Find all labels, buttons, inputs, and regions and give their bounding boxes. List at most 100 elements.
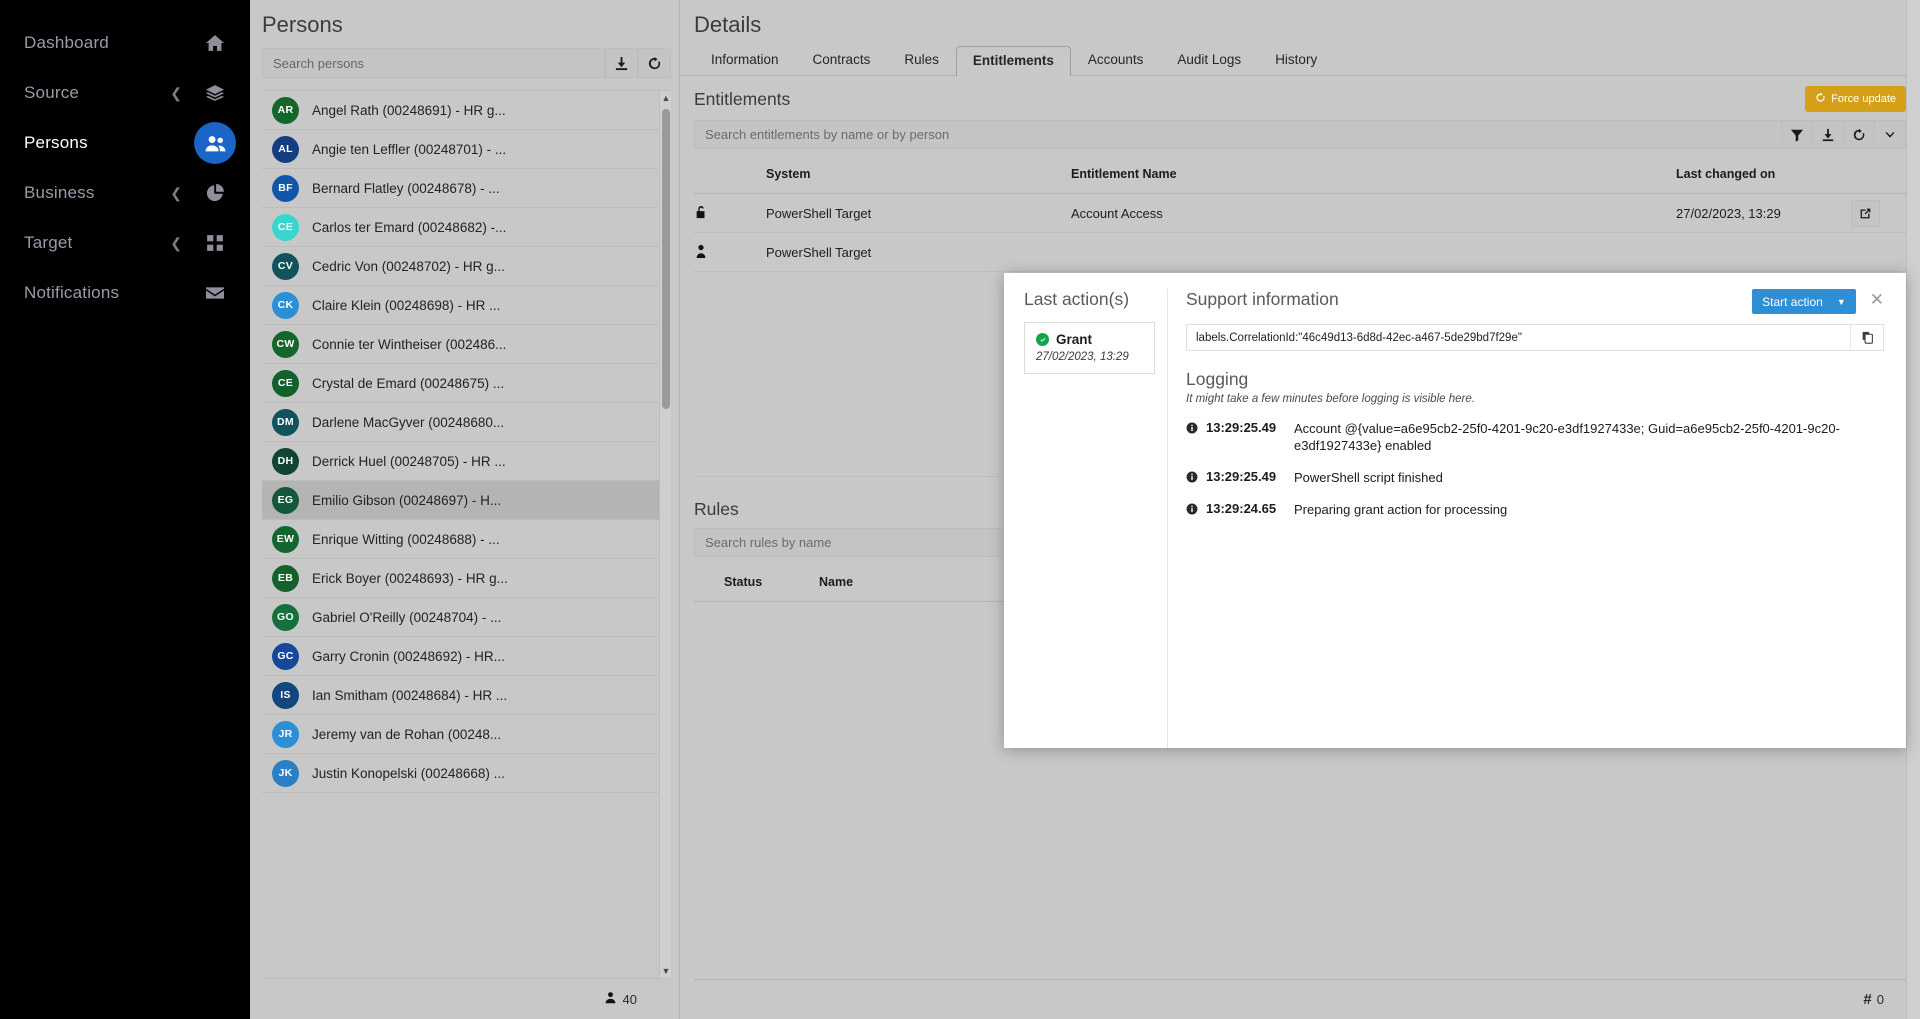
log-entry: 13:29:24.65 Preparing grant action for pr… [1186,501,1884,518]
avatar-initials: JR [278,728,293,740]
person-list-item[interactable]: IS Ian Smitham (00248684) - HR ... [262,676,671,715]
avatar-initials: CK [277,299,294,311]
search-entitlements-input[interactable]: Search entitlements by name or by person [695,121,1781,148]
cell-last-changed: 27/02/2023, 13:29 [1676,205,1781,221]
column-header-status: Status [724,575,763,589]
last-actions-column: Last action(s) Grant 27/02/2023, 13:29 [1004,289,1167,748]
tab-audit-logs[interactable]: Audit Logs [1160,45,1258,75]
person-list-item[interactable]: CK Claire Klein (00248698) - HR ... [262,286,671,325]
avatar: JK [272,759,299,787]
person-list-item[interactable]: AR Angel Rath (00248691) - HR g... [262,91,671,130]
person-name: Enrique Witting (00248688) - ... [312,531,500,547]
persons-search-row: Search persons [250,48,679,78]
start-action-button[interactable]: Start action ▼ [1752,289,1856,314]
avatar-initials: DH [277,455,294,467]
person-list-item[interactable]: BF Bernard Flatley (00248678) - ... [262,169,671,208]
person-list-item[interactable]: JK Justin Konopelski (00248668) ... [262,754,671,793]
people-icon [194,122,236,164]
persons-panel: Persons Search persons AR Angel Rath (002… [250,0,680,1019]
person-list-item[interactable]: AL Angie ten Leffler (00248701) - ... [262,130,671,169]
person-name: Darlene MacGyver (00248680... [312,414,505,430]
sidebar-item-source[interactable]: Source ❮ [0,68,250,118]
person-list-item[interactable]: EG Emilio Gibson (00248697) - H... [262,481,671,520]
scrollbar-thumb[interactable] [662,109,670,409]
persons-list-scrollbar[interactable]: ▲ ▼ [659,91,671,978]
tab-contracts[interactable]: Contracts [796,45,888,75]
tab-information[interactable]: Information [694,45,796,75]
copy-icon[interactable] [1850,325,1883,350]
refresh-icon[interactable] [638,48,671,78]
log-time: 13:29:25.49 [1206,420,1277,435]
sidebar-item-business[interactable]: Business ❮ [0,168,250,218]
tab-history[interactable]: History [1258,45,1334,75]
avatar-initials: BF [278,182,293,194]
info-icon [1186,501,1206,518]
avatar-initials: DM [277,416,294,428]
table-row[interactable]: PowerShell Target [694,233,1906,272]
chevron-down-icon[interactable]: ▼ [1837,297,1846,307]
avatar-initials: CV [277,260,294,272]
avatar: AL [272,135,299,163]
chevron-left-icon[interactable]: ❮ [170,86,182,100]
download-icon[interactable] [1812,121,1843,148]
person-list-item[interactable]: EW Enrique Witting (00248688) - ... [262,520,671,559]
sidebar-item-persons[interactable]: Persons [0,118,250,168]
support-information-title: Support information [1186,289,1339,309]
last-action-card[interactable]: Grant 27/02/2023, 13:29 [1024,322,1155,374]
external-link-icon[interactable] [1851,199,1880,227]
action-date: 27/02/2023, 13:29 [1036,351,1129,363]
filter-icon[interactable] [1781,121,1812,148]
avatar: CE [272,213,299,241]
grid-icon [204,232,226,254]
sidebar-item-target[interactable]: Target ❮ [0,218,250,268]
entitlements-title: Entitlements [694,88,791,109]
tab-rules[interactable]: Rules [887,45,956,75]
sidebar-item-dashboard[interactable]: Dashboard [0,18,250,68]
entitlements-header: Entitlements Force update [694,86,1906,120]
layers-icon [204,82,226,104]
person-list-item[interactable]: GC Garry Cronin (00248692) - HR... [262,637,671,676]
person-name: Angel Rath (00248691) - HR g... [312,102,506,118]
tab-accounts[interactable]: Accounts [1071,45,1161,75]
tab-entitlements[interactable]: Entitlements [955,45,1071,76]
person-list-item[interactable]: CW Connie ter Wintheiser (002486... [262,325,671,364]
cell-system: PowerShell Target [766,205,872,221]
chevron-left-icon[interactable]: ❮ [170,236,182,250]
sidebar-item-label: Source [24,83,80,102]
person-list-item[interactable]: GO Gabriel O'Reilly (00248704) - ... [262,598,671,637]
sidebar-item-notifications[interactable]: Notifications [0,268,250,318]
avatar: EB [272,564,299,592]
action-details-modal: Last action(s) Grant 27/02/2023, 13:29 S… [1004,273,1906,748]
close-icon[interactable]: ✕ [1870,291,1884,308]
table-row[interactable]: PowerShell Target Account Access 27/02/2… [694,194,1906,233]
force-update-button[interactable]: Force update [1805,86,1906,112]
person-name: Claire Klein (00248698) - HR ... [312,297,501,313]
details-tabs: Information Contracts Rules Entitlements Acc… [680,44,1920,76]
person-list-item[interactable]: EB Erick Boyer (00248693) - HR g... [262,559,671,598]
avatar: CW [272,330,299,358]
person-name: Ian Smitham (00248684) - HR ... [312,687,508,703]
avatar: DH [272,447,299,475]
hash-icon: # [1863,991,1872,1008]
persons-list: AR Angel Rath (00248691) - HR g... AL Angie… [262,90,671,978]
correlation-id-row: labels.CorrelationId:"46c49d13-6d8d-42ec… [1186,324,1884,351]
refresh-icon[interactable] [1843,121,1874,148]
check-circle-icon [1036,333,1049,346]
sidebar-item-label: Persons [24,133,88,152]
scroll-down-icon[interactable]: ▼ [660,964,671,978]
search-persons-input[interactable]: Search persons [262,48,605,78]
person-list-item[interactable]: JR Jeremy van de Rohan (00248... [262,715,671,754]
person-list-item[interactable]: DH Derrick Huel (00248705) - HR ... [262,442,671,481]
person-list-item[interactable]: DM Darlene MacGyver (00248680... [262,403,671,442]
person-name: Crystal de Emard (00248675) ... [312,375,505,391]
scroll-up-icon[interactable]: ▲ [660,91,671,105]
person-list-item[interactable]: CV Cedric Von (00248702) - HR g... [262,247,671,286]
chevron-down-icon[interactable] [1874,121,1905,148]
person-list-item[interactable]: CE Crystal de Emard (00248675) ... [262,364,671,403]
chevron-left-icon[interactable]: ❮ [170,186,182,200]
open-entitlement-button[interactable] [1851,199,1906,227]
download-icon[interactable] [605,48,638,78]
log-time: 13:29:25.49 [1206,469,1277,485]
person-list-item[interactable]: CE Carlos ter Emard (00248682) -... [262,208,671,247]
page-scrollbar[interactable] [1906,0,1920,1019]
